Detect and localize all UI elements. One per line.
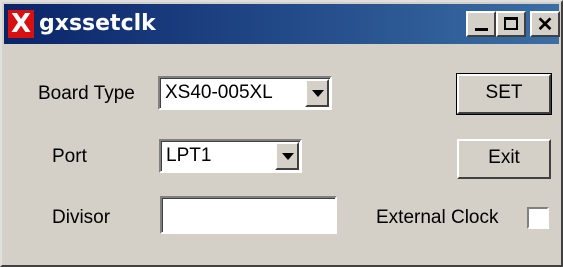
board-type-value: XS40-005XL xyxy=(165,82,273,103)
external-clock-label: External Clock xyxy=(376,207,499,228)
title-bar[interactable]: X gxssetclk ✕ xyxy=(4,4,560,44)
set-button[interactable]: SET xyxy=(456,73,552,115)
board-type-label: Board Type xyxy=(38,83,135,104)
port-select[interactable]: LPT1 xyxy=(159,139,302,173)
external-clock-checkbox[interactable] xyxy=(527,207,549,229)
chevron-down-icon xyxy=(282,153,294,160)
port-value: LPT1 xyxy=(166,145,212,166)
close-icon: ✕ xyxy=(536,14,554,36)
maximize-icon xyxy=(504,17,518,30)
app-window: X gxssetclk ✕ Board Type XS40-005XL Port… xyxy=(0,0,563,267)
maximize-button[interactable] xyxy=(496,11,526,37)
board-type-select[interactable]: XS40-005XL xyxy=(158,76,332,110)
board-type-dropdown-button[interactable] xyxy=(305,79,329,107)
divisor-label: Divisor xyxy=(52,207,111,228)
chevron-down-icon xyxy=(312,90,324,97)
port-label: Port xyxy=(52,146,87,167)
divisor-input[interactable] xyxy=(160,196,337,234)
minimize-button[interactable] xyxy=(466,11,496,37)
port-dropdown-button[interactable] xyxy=(275,142,299,170)
close-button[interactable]: ✕ xyxy=(530,11,560,37)
window-title: gxssetclk xyxy=(39,11,156,36)
minimize-icon xyxy=(475,28,488,31)
x-logo-icon[interactable]: X xyxy=(8,10,34,38)
exit-button[interactable]: Exit xyxy=(457,139,551,179)
